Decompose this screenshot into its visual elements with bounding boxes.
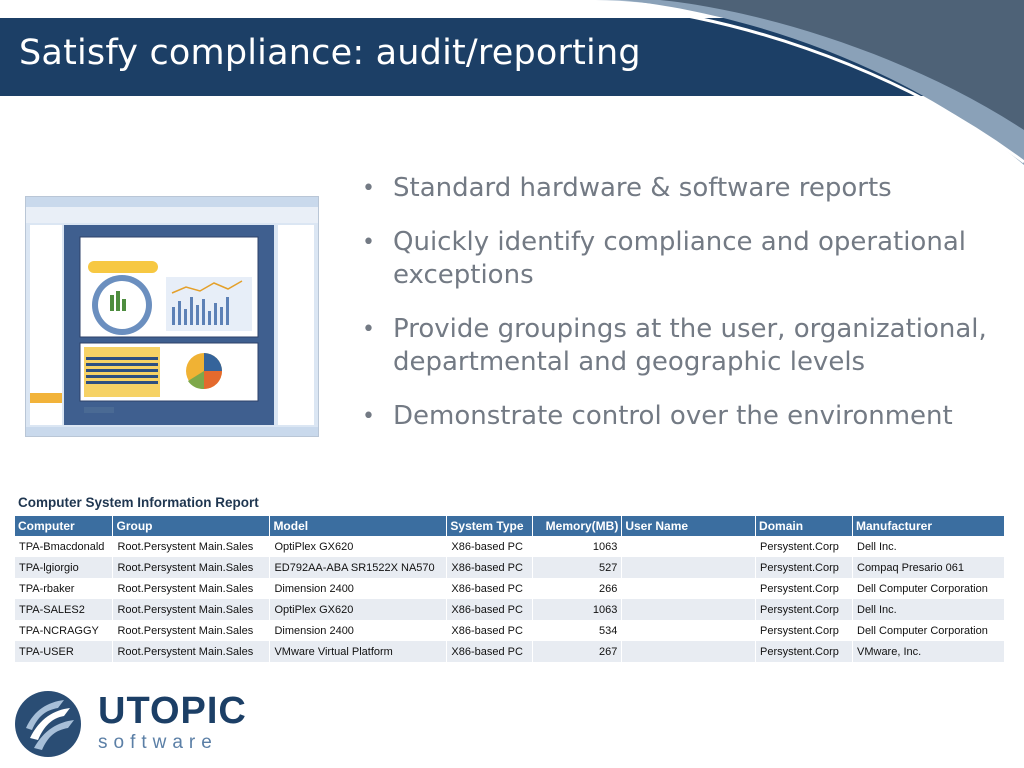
bullet-dot-icon: •: [362, 404, 375, 429]
table-row: TPA-lgiorgio Root.Persystent Main.Sales …: [15, 557, 1005, 578]
table-cell: Persystent.Corp: [755, 578, 853, 599]
table-cell: Dell Computer Corporation: [852, 578, 1005, 599]
table-cell: 527: [532, 557, 623, 578]
table-cell: 534: [532, 620, 623, 641]
table-cell: Persystent.Corp: [755, 641, 853, 662]
dashboard-thumbnail-image: [26, 197, 318, 436]
column-header: Memory(MB): [532, 516, 623, 536]
bullet-item: • Demonstrate control over the environmen…: [362, 401, 953, 431]
table-cell: Root.Persystent Main.Sales: [112, 578, 271, 599]
table-cell: Persystent.Corp: [755, 557, 853, 578]
logo-tagline: software: [98, 732, 218, 753]
table-row: TPA-NCRAGGY Root.Persystent Main.Sales D…: [15, 620, 1005, 641]
table-cell: Compaq Presario 061: [852, 557, 1005, 578]
bullet-list: • Standard hardware & software reports • Q…: [362, 172, 1022, 454]
slide-title: Satisfy compliance: audit/reporting: [19, 33, 641, 73]
logo-wordmark: UTOPIC: [98, 690, 247, 732]
table-cell: ED792AA-ABA SR1522X NA570: [269, 557, 448, 578]
table-cell: [621, 641, 757, 662]
table-cell: Persystent.Corp: [755, 620, 853, 641]
decorative-swoosh: [590, 0, 1024, 165]
table-row: TPA-Bmacdonald Root.Persystent Main.Sale…: [15, 536, 1005, 557]
table-cell: 1063: [532, 599, 623, 620]
table-cell: OptiPlex GX620: [269, 599, 448, 620]
table-cell: Dell Inc.: [852, 536, 1005, 557]
table-cell: X86-based PC: [446, 599, 534, 620]
table-cell: 267: [532, 641, 623, 662]
column-header: Manufacturer: [852, 516, 1005, 536]
column-header: Group: [112, 516, 271, 536]
table-cell: [621, 620, 757, 641]
bullet-dot-icon: •: [362, 230, 375, 255]
table-cell: TPA-Bmacdonald: [15, 536, 114, 557]
report-table: Computer Group Model System Type Memory(…: [15, 516, 1005, 662]
table-cell: TPA-lgiorgio: [15, 557, 114, 578]
table-cell: VMware, Inc.: [852, 641, 1005, 662]
table-cell: TPA-SALES2: [15, 599, 114, 620]
column-header: User Name: [621, 516, 757, 536]
column-header: Domain: [755, 516, 853, 536]
table-cell: TPA-NCRAGGY: [15, 620, 114, 641]
bullet-item: • Standard hardware & software reports: [362, 173, 892, 203]
column-header: Model: [269, 516, 448, 536]
table-cell: X86-based PC: [446, 578, 534, 599]
table-cell: X86-based PC: [446, 536, 534, 557]
table-cell: Dell Computer Corporation: [852, 620, 1005, 641]
table-cell: X86-based PC: [446, 620, 534, 641]
table-cell: Persystent.Corp: [755, 599, 853, 620]
table-row: TPA-rbaker Root.Persystent Main.Sales Di…: [15, 578, 1005, 599]
bullet-item: • Quickly identify compliance and operati…: [362, 227, 966, 290]
table-cell: Root.Persystent Main.Sales: [112, 620, 271, 641]
table-cell: [621, 599, 757, 620]
table-cell: TPA-rbaker: [15, 578, 114, 599]
table-cell: X86-based PC: [446, 557, 534, 578]
report-title: Computer System Information Report: [18, 495, 259, 510]
bullet-dot-icon: •: [362, 176, 375, 201]
bullet-dot-icon: •: [362, 317, 375, 342]
table-cell: [621, 536, 757, 557]
table-cell: OptiPlex GX620: [269, 536, 448, 557]
table-row: TPA-USER Root.Persystent Main.Sales VMwa…: [15, 641, 1005, 662]
table-cell: 266: [532, 578, 623, 599]
column-header: System Type: [446, 516, 534, 536]
report-dashboard-thumbnail: [25, 196, 319, 437]
table-cell: Dell Inc.: [852, 599, 1005, 620]
table-cell: [621, 578, 757, 599]
table-cell: TPA-USER: [15, 641, 114, 662]
table-cell: Root.Persystent Main.Sales: [112, 557, 271, 578]
table-cell: Root.Persystent Main.Sales: [112, 599, 271, 620]
column-header: Computer: [15, 516, 114, 536]
table-cell: Root.Persystent Main.Sales: [112, 536, 271, 557]
table-cell: [621, 557, 757, 578]
table-cell: 1063: [532, 536, 623, 557]
table-cell: VMware Virtual Platform: [269, 641, 448, 662]
table-cell: Root.Persystent Main.Sales: [112, 641, 271, 662]
bullet-item: • Provide groupings at the user, organiza…: [362, 314, 987, 377]
table-cell: Persystent.Corp: [755, 536, 853, 557]
table-cell: X86-based PC: [446, 641, 534, 662]
table-header-row: Computer Group Model System Type Memory(…: [15, 516, 1005, 536]
table-cell: Dimension 2400: [269, 578, 448, 599]
table-row: TPA-SALES2 Root.Persystent Main.Sales Op…: [15, 599, 1005, 620]
table-cell: Dimension 2400: [269, 620, 448, 641]
